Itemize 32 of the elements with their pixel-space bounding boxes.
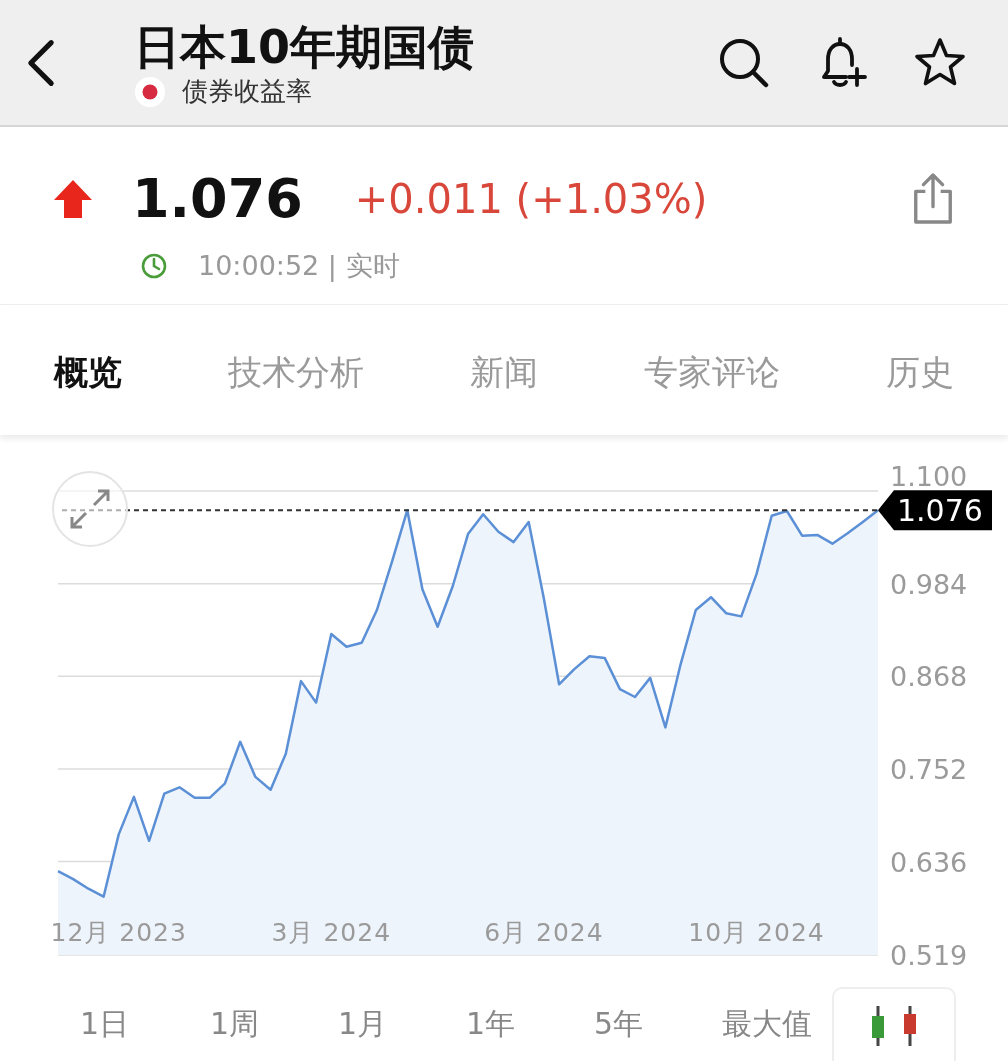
price: 1.076: [132, 167, 303, 230]
x-axis-label: 3月 2024: [271, 918, 392, 947]
x-axis-label: 12月 2023: [50, 918, 187, 947]
range-option[interactable]: 1日: [56, 1003, 186, 1045]
x-axis-label: 6月 2024: [484, 918, 604, 947]
tab[interactable]: 专家评论: [644, 340, 780, 406]
tab[interactable]: 新闻: [470, 340, 538, 406]
update-time: 10:00:52 | 实时: [198, 249, 400, 284]
range-option[interactable]: 1月: [314, 1003, 442, 1045]
range-option[interactable]: 1年: [442, 1003, 570, 1045]
ref-line-label: 1.076: [897, 493, 983, 529]
clock-icon: [140, 252, 168, 280]
tab[interactable]: 历史: [886, 340, 954, 406]
y-axis-label: 0.868: [890, 661, 968, 693]
page-title: 日本10年期国债: [134, 21, 475, 73]
chart-type-button[interactable]: [832, 987, 956, 1061]
subtitle: 债券收益率: [182, 75, 312, 109]
flag-icon: [134, 75, 166, 108]
price-change: +0.011 (+1.03%): [354, 175, 709, 222]
price-tag: 1.076: [878, 490, 992, 531]
range-option[interactable]: 1周: [186, 1003, 314, 1045]
range-option[interactable]: 最大值: [698, 1003, 826, 1045]
tab[interactable]: 技术分析: [228, 340, 364, 406]
y-axis-label: 1.100: [890, 461, 968, 493]
x-axis-label: 10月 2024: [688, 918, 825, 947]
y-axis-label: 0.752: [890, 753, 968, 785]
y-axis-label: 0.519: [890, 940, 968, 969]
range-option[interactable]: 5年: [570, 1003, 698, 1045]
y-axis-label: 0.636: [890, 846, 968, 878]
expand-icon[interactable]: [52, 471, 128, 547]
y-axis-label: 0.984: [890, 568, 968, 600]
tab[interactable]: 概览: [54, 340, 122, 406]
